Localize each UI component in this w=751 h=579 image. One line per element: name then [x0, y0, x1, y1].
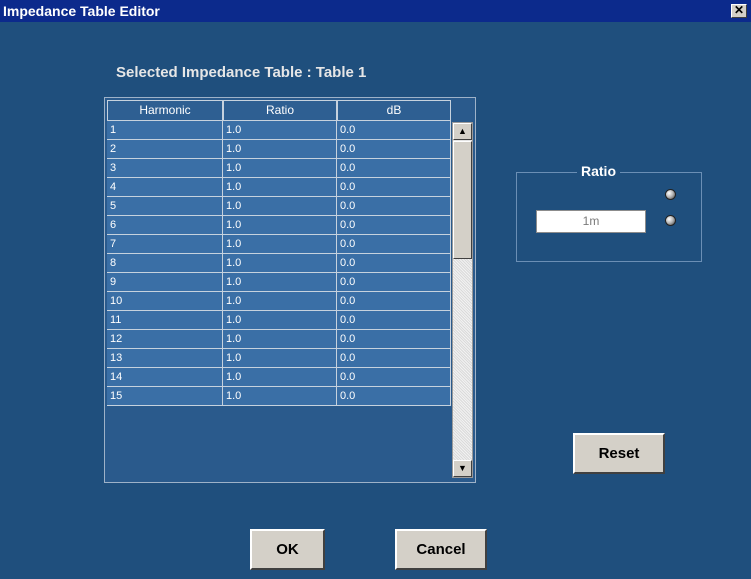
db-cell[interactable]: 0.0 [337, 140, 451, 159]
db-cell[interactable]: 0.0 [337, 235, 451, 254]
harmonic-cell[interactable]: 9 [107, 273, 223, 292]
table-row[interactable]: 14 1.0 0.0 [107, 368, 451, 387]
ratio-cell[interactable]: 1.0 [223, 387, 337, 406]
db-cell[interactable]: 0.0 [337, 121, 451, 140]
db-cell[interactable]: 0.0 [337, 311, 451, 330]
harmonic-cell[interactable]: 7 [107, 235, 223, 254]
coarse-knob-icon[interactable] [665, 189, 676, 200]
table-row[interactable]: 15 1.0 0.0 [107, 387, 451, 406]
table-row[interactable]: 11 1.0 0.0 [107, 311, 451, 330]
db-cell[interactable]: 0.0 [337, 349, 451, 368]
close-icon: ✕ [733, 3, 745, 17]
db-cell[interactable]: 0.0 [337, 330, 451, 349]
ratio-cell[interactable]: 1.0 [223, 292, 337, 311]
harmonic-cell[interactable]: 4 [107, 178, 223, 197]
window-title: Impedance Table Editor [3, 3, 160, 19]
db-cell[interactable]: 0.0 [337, 159, 451, 178]
table-row[interactable]: 12 1.0 0.0 [107, 330, 451, 349]
column-header-ratio[interactable]: Ratio [223, 100, 337, 121]
close-button[interactable]: ✕ [731, 4, 747, 18]
ratio-cell[interactable]: 1.0 [223, 121, 337, 140]
table-row[interactable]: 6 1.0 0.0 [107, 216, 451, 235]
table-row[interactable]: 7 1.0 0.0 [107, 235, 451, 254]
ratio-cell[interactable]: 1.0 [223, 159, 337, 178]
table-row[interactable]: 8 1.0 0.0 [107, 254, 451, 273]
ratio-group-label: Ratio [577, 163, 620, 179]
ratio-cell[interactable]: 1.0 [223, 273, 337, 292]
harmonic-cell[interactable]: 3 [107, 159, 223, 178]
ratio-cell[interactable]: 1.0 [223, 140, 337, 159]
table-row[interactable]: 5 1.0 0.0 [107, 197, 451, 216]
db-cell[interactable]: 0.0 [337, 387, 451, 406]
reset-button[interactable]: Reset [573, 433, 665, 474]
table-row[interactable]: 1 1.0 0.0 [107, 121, 451, 140]
ratio-cell[interactable]: 1.0 [223, 349, 337, 368]
scroll-track[interactable] [453, 259, 472, 461]
scroll-thumb[interactable] [453, 141, 472, 259]
arrow-down-icon: ▼ [458, 463, 467, 473]
harmonic-cell[interactable]: 15 [107, 387, 223, 406]
ratio-cell[interactable]: 1.0 [223, 368, 337, 387]
harmonic-cell[interactable]: 5 [107, 197, 223, 216]
db-cell[interactable]: 0.0 [337, 216, 451, 235]
harmonic-cell[interactable]: 6 [107, 216, 223, 235]
db-cell[interactable]: 0.0 [337, 254, 451, 273]
table-body: 1 1.0 0.0 2 1.0 0.0 3 1.0 0.0 4 1.0 0.0 5 1.0 0.0 6 1.0 0… [107, 121, 451, 406]
ratio-group: Ratio 1m [516, 163, 702, 262]
ratio-cell[interactable]: 1.0 [223, 178, 337, 197]
title-bar[interactable]: Impedance Table Editor ✕ [0, 0, 751, 22]
ratio-cell[interactable]: 1.0 [223, 235, 337, 254]
db-cell[interactable]: 0.0 [337, 197, 451, 216]
harmonic-cell[interactable]: 11 [107, 311, 223, 330]
ratio-cell[interactable]: 1.0 [223, 254, 337, 273]
ratio-cell[interactable]: 1.0 [223, 197, 337, 216]
ok-button[interactable]: OK [250, 529, 325, 570]
harmonic-cell[interactable]: 13 [107, 349, 223, 368]
harmonic-cell[interactable]: 1 [107, 121, 223, 140]
ratio-input[interactable]: 1m [536, 210, 646, 233]
table-row[interactable]: 9 1.0 0.0 [107, 273, 451, 292]
fine-knob-icon[interactable] [665, 215, 676, 226]
table-row[interactable]: 2 1.0 0.0 [107, 140, 451, 159]
db-cell[interactable]: 0.0 [337, 273, 451, 292]
db-cell[interactable]: 0.0 [337, 178, 451, 197]
column-header-db[interactable]: dB [337, 100, 451, 121]
scroll-up-button[interactable]: ▲ [453, 123, 472, 140]
db-cell[interactable]: 0.0 [337, 292, 451, 311]
harmonic-cell[interactable]: 10 [107, 292, 223, 311]
table-scrollbar[interactable]: ▲ ▼ [452, 122, 473, 478]
harmonic-cell[interactable]: 2 [107, 140, 223, 159]
selected-table-heading: Selected Impedance Table : Table 1 [116, 64, 367, 81]
harmonic-cell[interactable]: 14 [107, 368, 223, 387]
column-header-harmonic[interactable]: Harmonic [107, 100, 223, 121]
impedance-table-editor-window: Impedance Table Editor ✕ Selected Impeda… [0, 0, 751, 579]
table-header: Harmonic Ratio dB [107, 100, 451, 121]
table-row[interactable]: 4 1.0 0.0 [107, 178, 451, 197]
ratio-cell[interactable]: 1.0 [223, 311, 337, 330]
scroll-down-button[interactable]: ▼ [453, 460, 472, 477]
cancel-button[interactable]: Cancel [395, 529, 487, 570]
table-row[interactable]: 10 1.0 0.0 [107, 292, 451, 311]
table-row[interactable]: 3 1.0 0.0 [107, 159, 451, 178]
impedance-table: Harmonic Ratio dB 1 1.0 0.0 2 1.0 0.0 3 1.0 0.0 4… [104, 97, 476, 483]
arrow-up-icon: ▲ [458, 126, 467, 136]
harmonic-cell[interactable]: 12 [107, 330, 223, 349]
harmonic-cell[interactable]: 8 [107, 254, 223, 273]
table-row[interactable]: 13 1.0 0.0 [107, 349, 451, 368]
db-cell[interactable]: 0.0 [337, 368, 451, 387]
ratio-cell[interactable]: 1.0 [223, 216, 337, 235]
ratio-cell[interactable]: 1.0 [223, 330, 337, 349]
